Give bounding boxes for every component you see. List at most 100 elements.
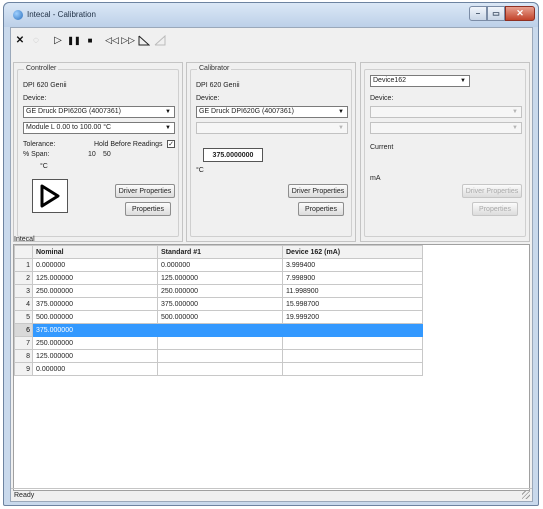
cell-device[interactable] [282,362,423,376]
controller-module-select[interactable]: Module L 0.00 to 100.00 °C ▼ [23,122,175,134]
cell-nominal[interactable]: 125.000000 [32,349,158,363]
minimize-button[interactable]: – [469,6,487,21]
controller-device-value: GE Druck DPI620G (4007361) [26,108,121,115]
cell-device[interactable] [282,349,423,363]
start-calibration-button[interactable] [32,179,68,213]
stop-square-icon[interactable]: ■ [83,33,97,47]
column-header-nominal[interactable]: Nominal [32,245,158,259]
cell-standard[interactable] [157,323,283,337]
device-unit: mA [370,175,381,182]
toolbar-separator [99,33,103,47]
calibrator-properties-button[interactable]: Properties [298,202,344,216]
row-number[interactable]: 1 [14,258,33,272]
column-header-standard[interactable]: Standard #1 [157,245,283,259]
cell-nominal[interactable]: 0.000000 [32,362,158,376]
controller-group: Controller DPI 620 Genii Device: GE Druc… [17,65,179,237]
close-button[interactable]: ✕ [505,6,535,21]
device-group: Device162 ▼ Device: ▼ ▼ Current mA Drive… [364,69,526,237]
table-row[interactable]: 9 0.000000 [14,362,423,376]
table-row[interactable]: 4 375.000000 375.000000 15.998700 [14,297,423,311]
cell-nominal[interactable]: 0.000000 [32,258,158,272]
cell-nominal[interactable]: 125.000000 [32,271,158,285]
span-value-b: 50 [103,151,111,158]
chevron-down-icon: ▼ [165,125,171,131]
device-module-select[interactable]: ▼ [370,122,522,134]
device-device-select[interactable]: ▼ [370,106,522,118]
maximize-button[interactable]: ▭ [487,6,505,21]
row-number[interactable]: 5 [14,310,33,324]
table-row[interactable]: 1 0.000000 0.000000 3.999400 [14,258,423,272]
row-number[interactable]: 9 [14,362,33,376]
pause-icon[interactable]: ❚❚ [67,33,81,47]
table-row[interactable]: 7 250.000000 [14,336,423,350]
ramp-up-icon[interactable] [153,33,167,47]
cell-nominal[interactable]: 500.000000 [32,310,158,324]
stop-icon[interactable]: ✕ [13,33,27,47]
chevron-down-icon: ▼ [165,109,171,115]
table-row[interactable]: 3 250.000000 250.000000 11.998900 [14,284,423,298]
cell-device[interactable] [282,336,423,350]
play-icon[interactable]: ▷ [51,33,65,47]
row-number[interactable]: 8 [14,349,33,363]
fast-forward-icon[interactable]: ▷▷ [121,33,135,47]
device-properties-button[interactable]: Properties [472,202,518,216]
table-row[interactable]: 6 375.000000 [14,323,423,337]
column-header-device[interactable]: Device 162 (mA) [282,245,423,259]
row-number[interactable]: 7 [14,336,33,350]
cell-nominal[interactable]: 375.000000 [32,297,158,311]
row-number[interactable]: 4 [14,297,33,311]
cell-standard[interactable]: 500.000000 [157,310,283,324]
controller-model: DPI 620 Genii [23,82,67,89]
resize-grip-icon[interactable] [522,491,530,499]
span-label: % Span: [23,151,50,158]
table-row[interactable]: 5 500.000000 500.000000 19.999200 [14,310,423,324]
calibrator-device-label: Device: [196,95,220,102]
cell-standard[interactable]: 375.000000 [157,297,283,311]
title-bar[interactable]: Intecal - Calibration – ▭ ✕ [4,3,538,27]
row-number[interactable]: 6 [14,323,33,337]
cell-device[interactable]: 19.999200 [282,310,423,324]
cell-device[interactable]: 11.998900 [282,284,423,298]
cell-standard[interactable] [157,362,283,376]
controller-properties-button[interactable]: Properties [125,202,171,216]
table-row[interactable]: 8 125.000000 [14,349,423,363]
row-number[interactable]: 3 [14,284,33,298]
ramp-down-icon[interactable] [137,33,151,47]
rewind-icon[interactable]: ◁◁ [105,33,119,47]
row-number[interactable]: 2 [14,271,33,285]
device-selector[interactable]: Device162 ▼ [370,75,470,87]
controller-module-value: Module L 0.00 to 100.00 °C [26,124,112,131]
cell-nominal[interactable]: 250.000000 [32,284,158,298]
device-driver-properties-button[interactable]: Driver Properties [462,184,522,198]
cell-nominal[interactable]: 250.000000 [32,336,158,350]
cell-device[interactable]: 15.998700 [282,297,423,311]
cell-device[interactable] [282,323,423,337]
cell-standard[interactable] [157,336,283,350]
calibrator-device-value: GE Druck DPI620G (4007361) [199,108,294,115]
cell-nominal[interactable]: 375.000000 [32,323,158,337]
cell-device[interactable]: 3.999400 [282,258,423,272]
application-window: Intecal - Calibration – ▭ ✕ ✕ ◌ ▷ ❚❚ ■ ◁… [3,2,539,506]
calibrator-module-select[interactable]: ▼ [196,122,348,134]
chevron-down-icon: ▼ [338,109,344,115]
cell-standard[interactable]: 0.000000 [157,258,283,272]
calibration-table: Nominal Standard #1 Device 162 (mA) 1 0.0… [14,245,423,376]
table-row[interactable]: 2 125.000000 125.000000 7.998900 [14,271,423,285]
cell-standard[interactable]: 125.000000 [157,271,283,285]
cell-standard[interactable]: 250.000000 [157,284,283,298]
controller-driver-properties-button[interactable]: Driver Properties [115,184,175,198]
controller-panel: Controller DPI 620 Genii Device: GE Druc… [13,62,183,242]
refresh-icon[interactable]: ◌ [29,33,43,47]
cell-device[interactable]: 7.998900 [282,271,423,285]
hold-before-readings-checkbox[interactable]: ✓ [167,140,175,148]
cell-standard[interactable] [157,349,283,363]
toolbar: ✕ ◌ ▷ ❚❚ ■ ◁◁ ▷▷ [13,31,167,49]
device-selector-value: Device162 [373,77,407,84]
controller-group-title: Controller [24,65,59,72]
chevron-down-icon: ▼ [338,125,344,131]
calibrator-device-select[interactable]: GE Druck DPI620G (4007361) ▼ [196,106,348,118]
maximize-icon: ▭ [492,9,500,18]
controller-device-select[interactable]: GE Druck DPI620G (4007361) ▼ [23,106,175,118]
calibrator-driver-properties-button[interactable]: Driver Properties [288,184,348,198]
device-device-label: Device: [370,95,394,102]
